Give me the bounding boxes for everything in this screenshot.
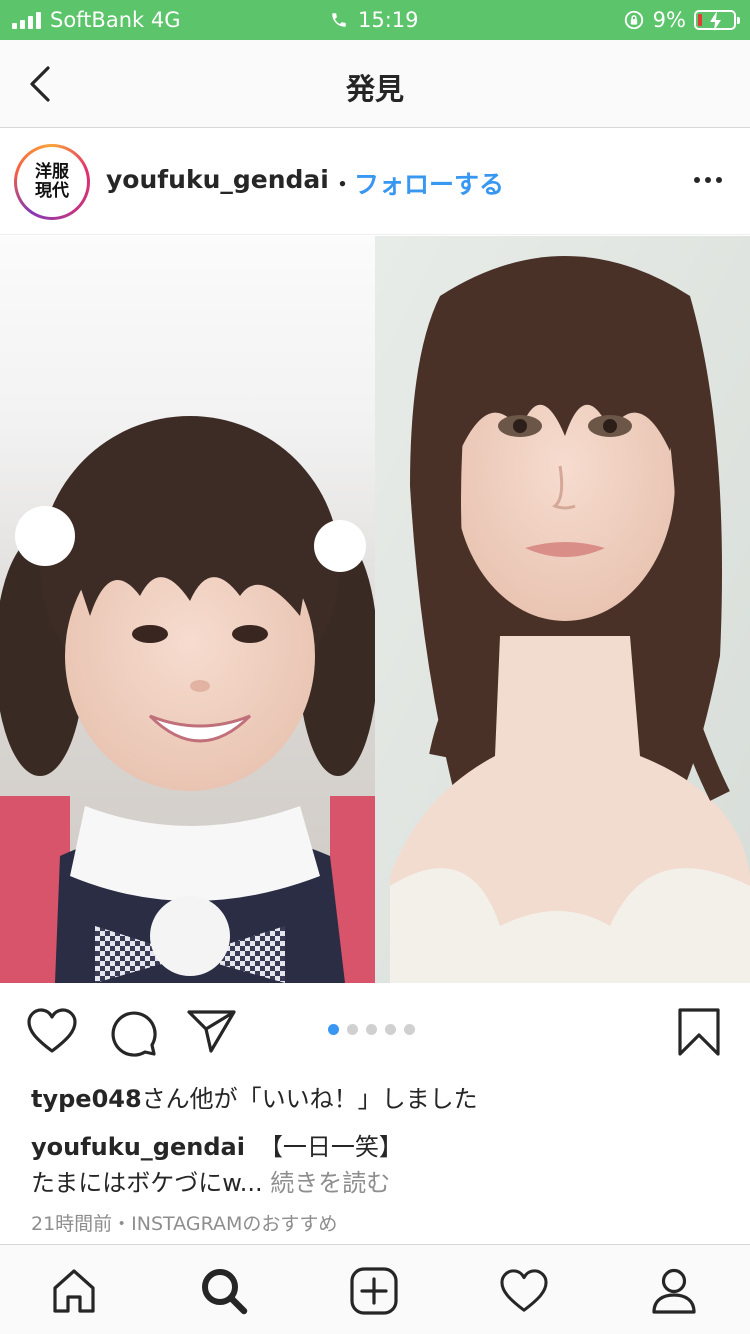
- activity-heart-icon: [500, 1269, 548, 1312]
- tab-activity[interactable]: [498, 1265, 550, 1317]
- profile-icon: [652, 1268, 696, 1314]
- like-button[interactable]: [26, 1007, 78, 1059]
- page-title: 発見: [345, 72, 404, 106]
- follow-button[interactable]: フォローする: [354, 165, 504, 201]
- carousel-dot: [404, 1024, 415, 1035]
- avatar-logo: 洋服 現代: [20, 150, 84, 214]
- bookmark-icon: [678, 1008, 720, 1056]
- home-icon: [53, 1269, 95, 1313]
- post-meta: 21時間前・INSTAGRAMのおすすめ: [31, 1213, 338, 1235]
- caption-text: 【一日一笑】: [258, 1133, 403, 1161]
- caption-username[interactable]: youfuku_gendai: [31, 1133, 245, 1161]
- likes-user[interactable]: type048: [31, 1085, 142, 1113]
- carousel-dot: [347, 1024, 358, 1035]
- time-label: 15:19: [358, 8, 419, 32]
- tab-new-post[interactable]: [348, 1265, 400, 1317]
- phone-icon: [332, 13, 346, 27]
- post-username[interactable]: youfuku_gendai: [106, 165, 329, 194]
- post-image[interactable]: [0, 236, 750, 983]
- battery-icon: [694, 10, 740, 31]
- carousel-dot: [328, 1024, 339, 1035]
- battery-percent: 9%: [652, 8, 686, 32]
- tab-search[interactable]: [198, 1265, 250, 1317]
- read-more-link[interactable]: 続きを読む: [263, 1169, 390, 1197]
- tab-home[interactable]: [48, 1265, 100, 1317]
- bookmark-button[interactable]: [676, 1007, 722, 1061]
- carrier-info: SoftBank 4G: [12, 8, 181, 32]
- heart-icon: [27, 1008, 77, 1053]
- more-dots-icon: [694, 177, 700, 183]
- search-icon: [202, 1269, 248, 1315]
- post-header: 洋服 現代 youfuku_gendai ・ フォローする: [0, 129, 750, 235]
- separator: ・: [330, 170, 356, 199]
- battery-info: 9%: [623, 8, 740, 32]
- left-photo: [0, 236, 378, 983]
- carousel-dot: [385, 1024, 396, 1035]
- caption-line2: たまにはボケづにw... 続きを読む: [31, 1163, 390, 1198]
- carrier-label: SoftBank 4G: [50, 8, 181, 32]
- clock: 15:19: [330, 8, 419, 32]
- likes-text: さん他が「いいね！」しました: [141, 1085, 478, 1113]
- comment-icon: [111, 1011, 157, 1057]
- rotation-lock-icon: [624, 10, 643, 30]
- avatar[interactable]: 洋服 現代: [14, 144, 90, 220]
- tab-profile[interactable]: [648, 1265, 700, 1317]
- more-options-button[interactable]: [694, 169, 722, 191]
- comment-button[interactable]: [107, 1007, 159, 1063]
- likes-summary[interactable]: type048さん他が「いいね！」しました: [31, 1079, 478, 1114]
- caption: youfuku_gendai 【一日一笑】: [31, 1127, 403, 1162]
- caption-text-line2: たまにはボケづにw...: [31, 1169, 263, 1197]
- right-photo: [375, 236, 750, 983]
- carousel-indicator: [328, 1024, 415, 1035]
- carousel-dot: [366, 1024, 377, 1035]
- new-post-icon: [350, 1267, 398, 1315]
- bottom-tab-bar: [0, 1244, 750, 1334]
- signal-icon: [12, 11, 41, 29]
- share-icon: [187, 1010, 236, 1053]
- status-bar: SoftBank 4G 15:19 9%: [0, 0, 750, 40]
- avatar-text-line1: 洋服: [35, 162, 69, 182]
- post-actions: [0, 983, 750, 1079]
- nav-header: 発見: [0, 40, 750, 128]
- share-button[interactable]: [186, 1007, 238, 1059]
- avatar-text-line2: 現代: [35, 181, 69, 201]
